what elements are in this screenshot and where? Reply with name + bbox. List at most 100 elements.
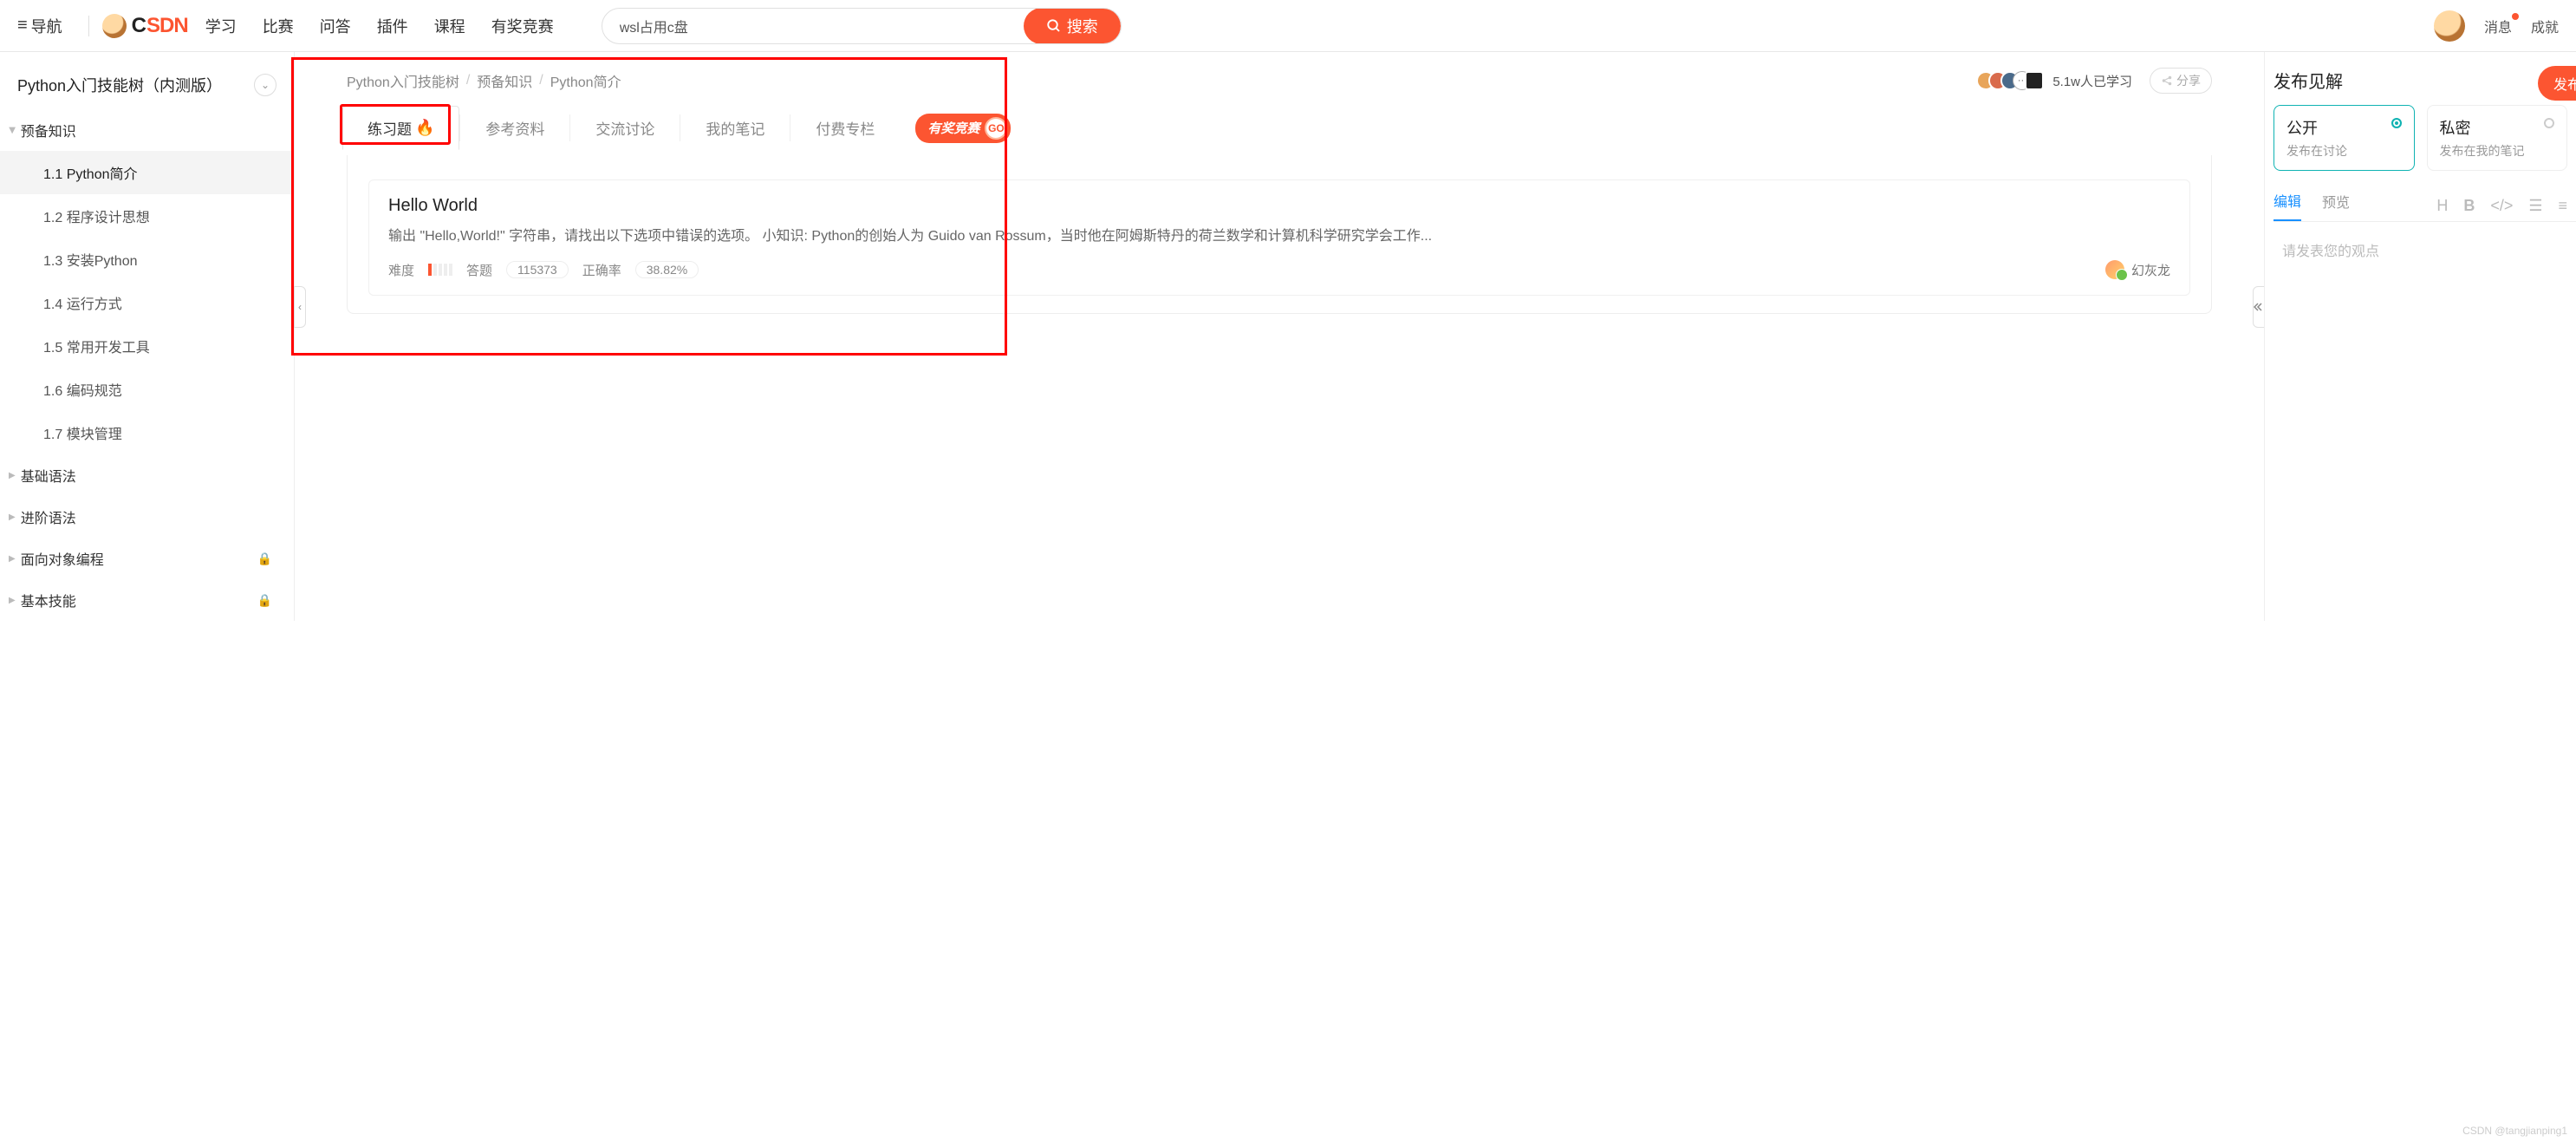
tab-label: 参考资料 [485, 117, 544, 139]
nav-item[interactable]: 学习 [205, 15, 237, 37]
sidebar-item[interactable]: 1.7 模块管理 [0, 411, 294, 454]
right-panel: 发布见解 发布 公开 发布在讨论 私密 发布在我的笔记 编辑 预览 H B </… [2264, 52, 2576, 621]
search-btn-label: 搜索 [1067, 15, 1098, 37]
nav-item[interactable]: 插件 [377, 15, 408, 37]
tree-title: Python入门技能树（内测版） [17, 74, 222, 96]
triangle-right-icon: ▶ [9, 554, 16, 564]
sidebar-group-label: 基本技能 [21, 590, 76, 610]
main-tabs: 练习题 🔥 参考资料 交流讨论 我的笔记 付费专栏 有奖竞赛 GO [295, 106, 2264, 150]
sidebar-group-head[interactable]: ▶ 面向对象编程 🔒 [0, 538, 294, 579]
code-icon[interactable]: </> [2490, 197, 2513, 215]
question-title: Hello World [388, 196, 2170, 216]
breadcrumb-item[interactable]: Python简介 [550, 70, 621, 91]
radio-icon [2544, 118, 2554, 128]
mini-avatars: ··· [1976, 71, 2044, 90]
search-button[interactable]: 搜索 [1024, 8, 1121, 44]
tab-paid[interactable]: 付费专栏 [790, 106, 900, 150]
bold-icon[interactable]: B [2463, 197, 2475, 215]
author[interactable]: 幻灰龙 [2105, 260, 2170, 279]
visibility-options: 公开 发布在讨论 私密 发布在我的笔记 [2274, 105, 2576, 183]
share-label: 分享 [2176, 72, 2201, 89]
publish-button[interactable]: 发布 [2538, 66, 2576, 101]
tab-reference[interactable]: 参考资料 [460, 106, 569, 150]
tab-notes[interactable]: 我的笔记 [680, 106, 790, 150]
sidebar-item[interactable]: 1.3 安装Python [0, 238, 294, 281]
sidebar-group-label: 面向对象编程 [21, 548, 104, 569]
collapse-left-handle[interactable]: ‹ [294, 286, 306, 328]
answer-label: 答题 [466, 261, 492, 279]
visibility-private[interactable]: 私密 发布在我的笔记 [2427, 105, 2568, 171]
search-input[interactable] [602, 18, 1024, 34]
hamburger-icon: ≡ [17, 16, 28, 36]
sidebar-group-head[interactable]: ▶基础语法 [0, 454, 294, 496]
ordered-list-icon[interactable]: ≡ [2558, 197, 2567, 215]
go-icon: GO [985, 117, 1007, 140]
vis-sub: 发布在讨论 [2287, 142, 2402, 160]
question-card[interactable]: Hello World 输出 "Hello,World!" 字符串，请找出以下选… [347, 155, 2212, 314]
chevron-down-icon[interactable]: ⌄ [254, 74, 276, 96]
share-button[interactable]: 分享 [2150, 68, 2212, 94]
tab-label: 付费专栏 [816, 117, 875, 139]
nav-item[interactable]: 问答 [320, 15, 351, 37]
breadcrumb-row: Python入门技能树 / 预备知识 / Python简介 ··· 5.1w人已… [295, 52, 2264, 106]
mini-avatar [2025, 71, 2044, 90]
editor-tab-preview[interactable]: 预览 [2322, 191, 2350, 220]
editor-tab-edit[interactable]: 编辑 [2274, 190, 2301, 221]
nav-toggle[interactable]: ≡ 导航 [17, 15, 62, 37]
study-count: 5.1w人已学习 [2052, 72, 2132, 90]
vis-sub: 发布在我的笔记 [2440, 142, 2555, 160]
vis-title: 私密 [2440, 116, 2555, 139]
nav-item[interactable]: 比赛 [263, 15, 294, 37]
accuracy-label: 正确率 [582, 261, 621, 279]
sidebar-item[interactable]: 1.1 Python简介 [0, 151, 294, 194]
breadcrumb-item[interactable]: 预备知识 [477, 70, 532, 91]
logo-text: CSDN [132, 14, 188, 38]
nav-label: 导航 [31, 15, 62, 37]
messages-link[interactable]: 消息 [2484, 16, 2512, 36]
tab-label: 我的笔记 [706, 117, 764, 139]
breadcrumb-item[interactable]: Python入门技能树 [347, 70, 459, 91]
author-avatar [2105, 260, 2124, 279]
collapse-right-handle[interactable] [2253, 286, 2265, 328]
sidebar-item[interactable]: 1.2 程序设计思想 [0, 194, 294, 238]
editor-textarea[interactable]: 请发表您的观点 [2274, 222, 2576, 277]
nav-item[interactable]: 有奖竞赛 [491, 15, 554, 37]
list-icon[interactable]: ☰ [2528, 197, 2542, 215]
tab-label: 交流讨论 [595, 117, 654, 139]
sidebar-group-label: 预备知识 [21, 120, 76, 140]
editor-tools: H B </> ☰ ≡ [2436, 197, 2567, 215]
user-area: 消息 成就 [2434, 10, 2559, 42]
sidebar-item[interactable]: 1.4 运行方式 [0, 281, 294, 324]
answer-count: 115373 [506, 261, 569, 278]
main: ‹ Python入门技能树 / 预备知识 / Python简介 ··· [295, 52, 2264, 621]
top-header: ≡ 导航 CSDN 学习 比赛 问答 插件 课程 有奖竞赛 搜索 消息 成就 [0, 0, 2576, 52]
breadcrumb: Python入门技能树 / 预备知识 / Python简介 [347, 70, 621, 91]
lock-icon: 🔒 [257, 551, 272, 566]
tab-discuss[interactable]: 交流讨论 [570, 106, 680, 150]
question-card-inner: Hello World 输出 "Hello,World!" 字符串，请找出以下选… [368, 179, 2190, 296]
sidebar-item[interactable]: 1.6 编码规范 [0, 368, 294, 411]
avatar[interactable] [2434, 10, 2465, 42]
breadcrumb-sep: / [539, 73, 543, 88]
fire-icon: 🔥 [415, 119, 434, 137]
author-name: 幻灰龙 [2131, 261, 2170, 279]
logo[interactable]: CSDN [102, 14, 188, 38]
triangle-down-icon: ▶ [7, 127, 16, 134]
top-nav: 学习 比赛 问答 插件 课程 有奖竞赛 [205, 15, 554, 37]
visibility-public[interactable]: 公开 发布在讨论 [2274, 105, 2415, 171]
sidebar-group-head[interactable]: ▶基本技能🔒 [0, 579, 294, 621]
tab-label: 练习题 [368, 117, 412, 139]
contest-label: 有奖竞赛 [927, 119, 979, 137]
sidebar-group-head[interactable]: ▶ 预备知识 [0, 109, 294, 151]
nav-item[interactable]: 课程 [434, 15, 465, 37]
watermark: CSDN @tangjianping1 [2462, 1125, 2567, 1137]
divider [88, 16, 89, 36]
search-icon [1046, 18, 1062, 34]
tab-exercise[interactable]: 练习题 🔥 [342, 106, 459, 150]
editor-tabs: 编辑 预览 H B </> ☰ ≡ [2274, 183, 2576, 222]
contest-badge[interactable]: 有奖竞赛 GO [915, 114, 1011, 143]
sidebar-item[interactable]: 1.5 常用开发工具 [0, 324, 294, 368]
sidebar-group-head[interactable]: ▶进阶语法 [0, 496, 294, 538]
achievements-link[interactable]: 成就 [2531, 16, 2559, 36]
heading-icon[interactable]: H [2436, 197, 2448, 215]
